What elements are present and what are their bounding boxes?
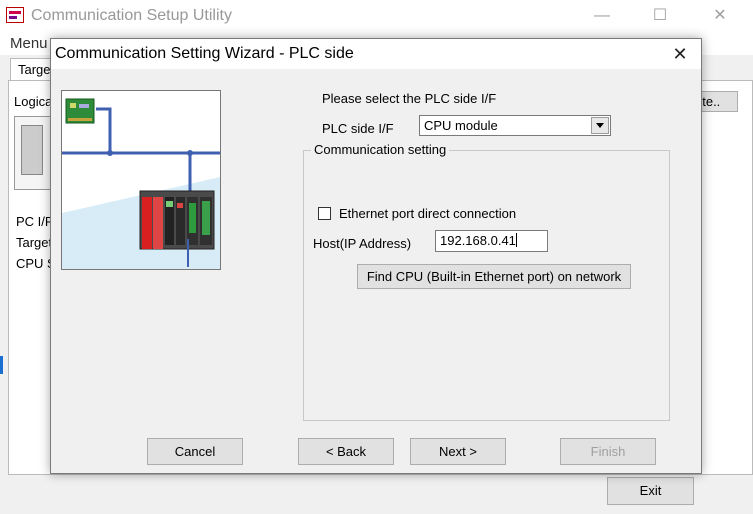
plc-network-illustration — [61, 90, 221, 270]
network-diagram-graphic — [62, 91, 220, 269]
plc-if-selected-value: CPU module — [424, 118, 498, 133]
ethernet-direct-label[interactable]: Ethernet port direct connection — [339, 206, 516, 221]
chevron-down-icon[interactable] — [591, 117, 609, 134]
pc-if-label: PC I/F — [16, 214, 53, 229]
target-label: Target — [16, 235, 53, 250]
plc-if-prompt: Please select the PLC side I/F — [322, 91, 497, 106]
menu-item-menu[interactable]: Menu — [10, 35, 48, 52]
next-button[interactable]: Next > — [410, 438, 506, 465]
main-window-title: Communication Setup Utility — [31, 7, 232, 24]
exit-button[interactable]: Exit — [607, 477, 694, 505]
wizard-dialog: Communication Setting Wizard - PLC side … — [50, 38, 702, 474]
cancel-button[interactable]: Cancel — [147, 438, 243, 465]
host-ip-value: 192.168.0.41 — [440, 233, 516, 248]
minimize-icon[interactable]: — — [587, 5, 617, 27]
back-button[interactable]: < Back — [298, 438, 394, 465]
maximize-icon[interactable]: ☐ — [645, 5, 675, 27]
finish-button[interactable]: Finish — [560, 438, 656, 465]
main-close-icon[interactable]: ✕ — [705, 5, 735, 27]
dialog-titlebar: Communication Setting Wizard - PLC side … — [51, 39, 701, 69]
find-cpu-button[interactable]: Find CPU (Built-in Ethernet port) on net… — [357, 264, 631, 289]
plc-if-label: PLC side I/F — [322, 121, 394, 136]
logical-label: Logica — [14, 94, 53, 109]
app-icon — [6, 7, 24, 23]
text-caret — [515, 233, 517, 247]
main-titlebar: Communication Setup Utility — ☐ ✕ — [0, 0, 753, 33]
dialog-title: Communication Setting Wizard - PLC side — [55, 45, 354, 62]
selection-edge — [0, 356, 3, 374]
communication-setting-title: Communication setting — [311, 142, 450, 157]
dialog-close-icon[interactable]: ✕ — [665, 41, 695, 67]
plc-if-select[interactable]: CPU module — [419, 115, 611, 136]
host-ip-label: Host(IP Address) — [313, 236, 412, 251]
ethernet-direct-checkbox[interactable] — [318, 207, 331, 220]
host-ip-input[interactable]: 192.168.0.41 — [435, 230, 548, 252]
